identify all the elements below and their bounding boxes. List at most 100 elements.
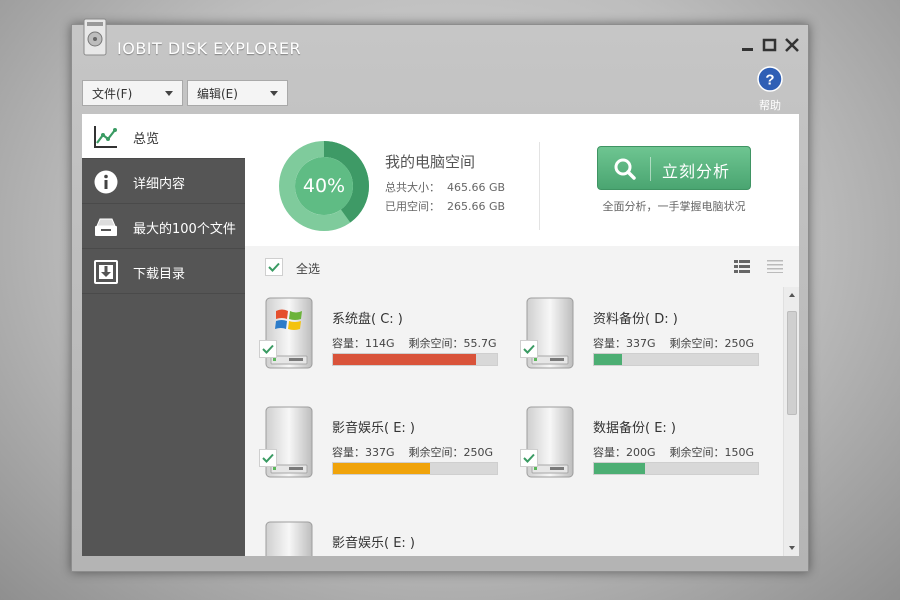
hard-drive-icon — [524, 406, 576, 480]
analyze-subtitle: 全面分析，一手掌握电脑状况 — [602, 200, 746, 213]
close-icon[interactable] — [783, 37, 801, 53]
space-summary: 40% 我的电脑空间 总共大小： 465.66 GB 已用空间： 265.66 GB… — [245, 114, 799, 246]
app-title: IOBIT DISK EXPLORER — [117, 39, 302, 58]
drive-usage-fill — [594, 354, 622, 365]
drive-checkbox[interactable] — [259, 449, 277, 467]
sidebar: 总览 详细内容 最大的100个文件 下载目录 — [82, 114, 245, 556]
usage-percent: 40% — [302, 175, 346, 197]
drive-capacity: 容量：200G — [593, 446, 656, 459]
drive-capacity: 容量：337G — [593, 337, 656, 350]
help-label: 帮助 — [759, 99, 781, 112]
drive-list-area: 全选 系统盘( C: ) 容量：114G 剩余空间：55.7G 资料备份(D:… — [245, 246, 799, 556]
scroll-thumb[interactable] — [787, 311, 797, 415]
vertical-scrollbar[interactable] — [783, 287, 799, 556]
svg-text:?: ? — [765, 72, 774, 89]
main-panel: 40% 我的电脑空间 总共大小： 465.66 GB 已用空间： 265.66 GB… — [245, 114, 799, 556]
hard-drive-icon — [524, 297, 576, 371]
drive-usage-fill — [333, 463, 430, 474]
drive-name: 数据备份( E: ) — [593, 421, 677, 436]
drive-usage-bar — [593, 462, 759, 475]
sidebar-item-label: 下载目录 — [133, 267, 186, 282]
hard-drive-icon — [263, 521, 315, 556]
magnifier-icon — [614, 158, 636, 180]
analyze-now-label: 立刻分析 — [662, 162, 731, 181]
windows-logo-icon — [275, 309, 302, 330]
checkmark-icon — [523, 453, 535, 463]
drive-card[interactable]: 影音娱乐( E: ) 容量：337G 剩余空间：250G — [245, 396, 498, 486]
detail-view-icon[interactable] — [767, 260, 783, 273]
title-bar[interactable]: IOBIT DISK EXPLORER — [72, 18, 808, 75]
drive-usage-fill — [594, 463, 645, 474]
list-toolbar: 全选 — [245, 246, 799, 287]
drive-grid: 系统盘( C: ) 容量：114G 剩余空间：55.7G 资料备份( D: ) 容… — [245, 287, 783, 556]
drive-usage-bar — [593, 353, 759, 366]
drive-free-space: 剩余空间：250G — [408, 446, 494, 459]
button-separator — [650, 157, 651, 181]
drive-stats: 容量：337G 剩余空间：250G — [332, 444, 493, 460]
app-logo-icon — [83, 18, 107, 56]
drive-usage-bar — [332, 353, 498, 366]
sidebar-item-details[interactable]: 详细内容 — [82, 159, 245, 204]
help-icon: ? — [757, 66, 783, 92]
drive-capacity: 容量：337G — [332, 446, 395, 459]
chevron-down-icon — [165, 91, 173, 96]
drive-checkbox[interactable] — [520, 449, 538, 467]
drive-free-space: 剩余空间：250G — [669, 337, 755, 350]
select-all-label[interactable]: 全选 — [296, 260, 320, 277]
app-window: IOBIT DISK EXPLORER 文件(F) 编辑(E) ? 帮助 总览 — [71, 18, 809, 572]
used-space-value: 265.66 GB — [447, 200, 506, 213]
drive-name: 影音娱乐( E: ) — [332, 536, 416, 551]
info-icon — [94, 170, 118, 194]
sidebar-item-overview[interactable]: 总览 — [82, 114, 245, 159]
sidebar-item-label: 详细内容 — [133, 177, 186, 192]
divider — [539, 142, 540, 230]
used-space-label: 已用空间： — [385, 200, 440, 213]
hard-drive-icon — [263, 406, 315, 480]
drive-checkbox[interactable] — [520, 340, 538, 358]
total-size: 总共大小： 465.66 GB — [385, 179, 505, 195]
checkmark-icon — [262, 453, 274, 463]
checkmark-icon — [268, 262, 280, 272]
drive-name: 影音娱乐( E: ) — [332, 421, 416, 436]
file-menu-label: 文件(F) — [92, 86, 133, 101]
drive-card[interactable]: 资料备份( D: ) 容量：337G 剩余空间：250G — [506, 287, 759, 377]
drive-card[interactable]: 数据备份( E: ) 容量：200G 剩余空间：150G — [506, 396, 759, 486]
drive-checkbox[interactable] — [259, 340, 277, 358]
total-size-value: 465.66 GB — [447, 181, 506, 194]
my-computer-space-title: 我的电脑空间 — [385, 153, 476, 171]
chevron-down-icon — [270, 91, 278, 96]
drive-card[interactable]: 影音娱乐( E: ) — [245, 511, 495, 556]
sidebar-item-label: 最大的100个文件 — [133, 222, 236, 237]
drive-usage-fill — [333, 354, 476, 365]
drive-free-space: 剩余空间：55.7G — [408, 337, 497, 350]
minimize-icon[interactable] — [739, 37, 757, 53]
scroll-up-icon[interactable] — [784, 287, 800, 303]
total-size-label: 总共大小： — [385, 181, 440, 194]
drive-tray-icon — [95, 218, 117, 236]
hard-drive-icon — [263, 297, 315, 371]
analyze-now-button[interactable]: 立刻分析 — [597, 146, 751, 190]
sidebar-item-label: 总览 — [133, 132, 160, 147]
sidebar-item-downloads[interactable]: 下载目录 — [82, 249, 245, 294]
help-button[interactable]: ? 帮助 — [755, 66, 785, 113]
download-icon — [94, 260, 118, 284]
checkmark-icon — [523, 344, 535, 354]
select-all-checkbox[interactable] — [265, 258, 283, 276]
scroll-down-icon[interactable] — [784, 540, 800, 556]
drive-stats: 容量：200G 剩余空间：150G — [593, 444, 754, 460]
file-menu[interactable]: 文件(F) — [82, 80, 183, 106]
used-space: 已用空间： 265.66 GB — [385, 198, 505, 214]
drive-usage-bar — [332, 462, 498, 475]
sidebar-item-largest-files[interactable]: 最大的100个文件 — [82, 204, 245, 249]
maximize-icon[interactable] — [761, 37, 779, 53]
checkmark-icon — [262, 344, 274, 354]
drive-card[interactable]: 系统盘( C: ) 容量：114G 剩余空间：55.7G — [245, 287, 498, 377]
edit-menu[interactable]: 编辑(E) — [187, 80, 288, 106]
drive-capacity: 容量：114G — [332, 337, 395, 350]
chart-line-icon — [94, 126, 117, 148]
drive-stats: 容量：337G 剩余空间：250G — [593, 335, 754, 351]
drive-stats: 容量：114G 剩余空间：55.7G — [332, 335, 497, 351]
drive-name: 资料备份( D: ) — [593, 312, 678, 327]
drive-name: 系统盘( C: ) — [332, 312, 403, 327]
list-view-icon[interactable] — [734, 260, 750, 273]
